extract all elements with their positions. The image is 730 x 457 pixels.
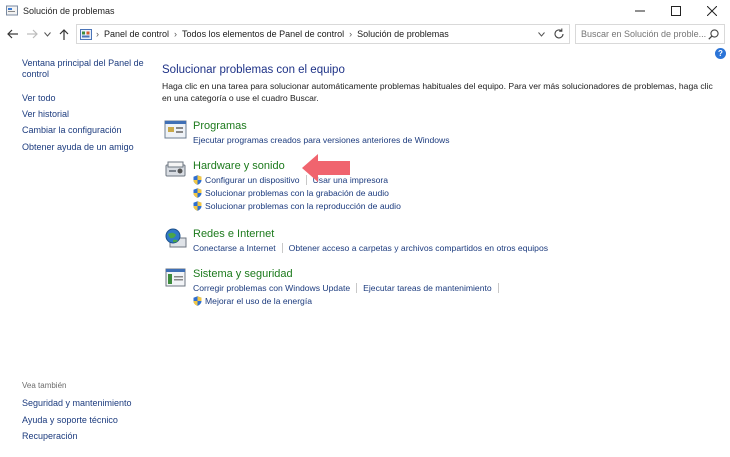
address-dropdown-button[interactable]: [538, 29, 545, 39]
category-title-hardware-sound[interactable]: Hardware y sonido: [193, 160, 285, 172]
up-arrow-icon: [59, 28, 69, 40]
navigation-bar: › Panel de control › Todos los elementos…: [0, 23, 730, 45]
minimize-icon: [635, 10, 645, 12]
breadcrumb-separator: ›: [96, 29, 99, 39]
shield-icon: [193, 296, 202, 306]
back-arrow-icon: [6, 29, 18, 39]
up-button[interactable]: [56, 26, 72, 42]
page-description: Haga clic en una tarea para solucionar a…: [162, 81, 713, 103]
link-view-all[interactable]: Ver todo: [22, 93, 56, 104]
troubleshooting-app-icon: [6, 5, 18, 16]
chevron-down-icon: [43, 31, 51, 37]
back-button[interactable]: [4, 26, 20, 42]
close-icon: [707, 6, 717, 16]
maximize-icon: [671, 6, 681, 16]
link-divider: [497, 283, 499, 293]
category-title-network-internet[interactable]: Redes e Internet: [193, 228, 274, 240]
hardware-sound-icon: [165, 161, 186, 177]
link-divider: [281, 243, 283, 253]
link-help-support[interactable]: Ayuda y soporte técnico: [22, 415, 118, 426]
link-maintenance-tasks[interactable]: Ejecutar tareas de mantenimiento: [363, 283, 492, 293]
help-icon: ?: [718, 49, 723, 58]
address-bar[interactable]: › Panel de control › Todos los elementos…: [76, 24, 570, 44]
shield-icon: [193, 188, 202, 198]
refresh-icon: [554, 28, 564, 39]
close-button[interactable]: [694, 0, 730, 22]
link-configure-device[interactable]: Configurar un dispositivo: [205, 175, 300, 185]
page-title: Solucionar problemas con el equipo: [162, 64, 345, 76]
forward-button[interactable]: [24, 26, 40, 42]
network-globe-icon: [165, 228, 187, 248]
link-improve-power-usage[interactable]: Mejorar el uso de la energía: [205, 296, 312, 306]
recent-locations-button[interactable]: [42, 26, 52, 42]
link-view-history[interactable]: Ver historial: [22, 109, 69, 120]
breadcrumb-panel-de-control[interactable]: Panel de control: [104, 29, 169, 39]
system-security-icon: [165, 268, 186, 287]
breadcrumb-todos-los-elementos[interactable]: Todos los elementos de Panel de control: [182, 29, 344, 39]
breadcrumb-solucion-de-problemas[interactable]: Solución de problemas: [357, 29, 449, 39]
chevron-down-icon: [538, 32, 545, 37]
link-control-panel-home[interactable]: Ventana principal del Panel de control: [22, 58, 147, 80]
link-troubleshoot-audio-playback[interactable]: Solucionar problemas con la reproducción…: [205, 201, 401, 211]
search-icon[interactable]: [708, 29, 719, 40]
help-button[interactable]: ?: [715, 48, 726, 59]
forward-arrow-icon: [26, 29, 38, 39]
link-troubleshoot-audio-recording[interactable]: Solucionar problemas con la grabación de…: [205, 188, 389, 198]
link-windows-update[interactable]: Corregir problemas con Windows Update: [193, 283, 350, 293]
refresh-button[interactable]: [553, 28, 565, 42]
programs-icon: [164, 120, 187, 139]
maximize-button[interactable]: [658, 0, 694, 22]
link-recovery[interactable]: Recuperación: [22, 431, 78, 442]
link-run-older-programs[interactable]: Ejecutar programas creados para versione…: [193, 135, 450, 145]
shield-icon: [193, 201, 202, 211]
title-bar: Solución de problemas: [0, 0, 730, 22]
link-shared-folders[interactable]: Obtener acceso a carpetas y archivos com…: [289, 243, 548, 253]
breadcrumb-separator: ›: [174, 29, 178, 39]
link-change-settings[interactable]: Cambiar la configuración: [22, 125, 122, 136]
link-divider: [356, 283, 358, 293]
link-security-maintenance[interactable]: Seguridad y mantenimiento: [22, 398, 132, 409]
left-navigation-pane: Ventana principal del Panel de control V…: [0, 45, 150, 457]
category-title-programs[interactable]: Programas: [193, 120, 247, 132]
search-box[interactable]: [575, 24, 725, 44]
window-title: Solución de problemas: [23, 6, 115, 16]
breadcrumb-separator: ›: [349, 29, 353, 39]
see-also-label: Vea también: [22, 381, 67, 390]
search-input[interactable]: [581, 29, 706, 39]
category-title-system-security[interactable]: Sistema y seguridad: [193, 268, 293, 280]
minimize-button[interactable]: [622, 0, 658, 22]
link-get-help-from-friend[interactable]: Obtener ayuda de un amigo: [22, 142, 134, 153]
control-panel-icon: [80, 28, 92, 40]
link-connect-internet[interactable]: Conectarse a Internet: [193, 243, 276, 253]
annotation-arrow-icon: [302, 154, 350, 182]
shield-icon: [193, 175, 202, 185]
